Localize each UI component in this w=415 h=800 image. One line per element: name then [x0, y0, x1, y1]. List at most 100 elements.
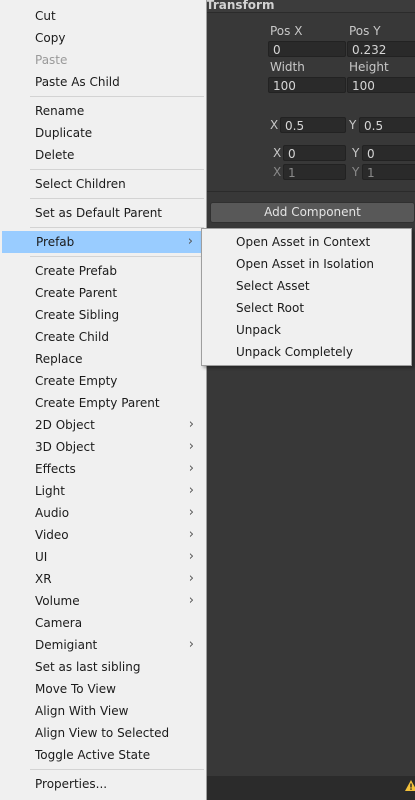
- rot-x-field[interactable]: 0: [283, 145, 346, 161]
- menu-item-set-default-parent[interactable]: Set as Default Parent: [1, 202, 205, 224]
- menu-item-prefab[interactable]: Prefab ›: [2, 231, 204, 253]
- menu-item-label: 3D Object: [35, 440, 95, 454]
- menu-item-label: Delete: [35, 148, 75, 162]
- menu-separator: [30, 198, 204, 199]
- menu-item-demigiant[interactable]: Demigiant ›: [1, 634, 205, 656]
- menu-item-volume[interactable]: Volume ›: [1, 590, 205, 612]
- menu-item-create-empty-parent[interactable]: Create Empty Parent: [1, 392, 205, 414]
- chevron-right-icon: ›: [188, 483, 194, 498]
- chevron-right-icon: ›: [188, 637, 194, 652]
- menu-item-effects[interactable]: Effects ›: [1, 458, 205, 480]
- submenu-item-open-asset-in-isolation[interactable]: Open Asset in Isolation: [202, 253, 411, 275]
- menu-item-create-prefab[interactable]: Create Prefab: [1, 260, 205, 282]
- menu-separator: [30, 256, 204, 257]
- menu-item-audio[interactable]: Audio ›: [1, 502, 205, 524]
- status-bar: [206, 776, 415, 800]
- menu-item-label: Set as last sibling: [35, 660, 141, 674]
- menu-item-paste-as-child[interactable]: Paste As Child: [1, 71, 205, 93]
- menu-item-label: UI: [35, 550, 48, 564]
- menu-item-move-to-view[interactable]: Move To View: [1, 678, 205, 700]
- submenu-item-open-asset-in-context[interactable]: Open Asset in Context: [202, 231, 411, 253]
- prefab-submenu: Open Asset in Context Open Asset in Isol…: [201, 228, 412, 366]
- menu-item-label: Toggle Active State: [35, 748, 151, 762]
- menu-item-xr[interactable]: XR ›: [1, 568, 205, 590]
- height-field[interactable]: 100: [347, 77, 415, 93]
- menu-item-label: 2D Object: [35, 418, 95, 432]
- menu-item-create-sibling[interactable]: Create Sibling: [1, 304, 205, 326]
- menu-item-label: Align With View: [35, 704, 129, 718]
- menu-item-create-child[interactable]: Create Child: [1, 326, 205, 348]
- menu-item-set-last-sibling[interactable]: Set as last sibling: [1, 656, 205, 678]
- menu-item-camera[interactable]: Camera: [1, 612, 205, 634]
- menu-item-label: Move To View: [35, 682, 116, 696]
- pivot-y-label: Y: [349, 118, 357, 132]
- menu-item-label: Open Asset in Isolation: [236, 257, 375, 271]
- menu-item-label: Light: [35, 484, 65, 498]
- menu-item-align-view-to-selected[interactable]: Align View to Selected: [1, 722, 205, 744]
- menu-item-label: Paste: [35, 53, 68, 67]
- menu-item-create-parent[interactable]: Create Parent: [1, 282, 205, 304]
- menu-item-label: Select Asset: [236, 279, 310, 293]
- chevron-right-icon: ›: [188, 571, 194, 586]
- menu-separator: [30, 227, 204, 228]
- menu-item-create-empty[interactable]: Create Empty: [1, 370, 205, 392]
- pos-y-field[interactable]: 0.232: [347, 41, 415, 57]
- pivot-x-field[interactable]: 0.5: [280, 117, 346, 133]
- menu-item-label: Rename: [35, 104, 85, 118]
- menu-item-paste[interactable]: Paste: [1, 49, 205, 71]
- menu-item-label: Create Child: [35, 330, 109, 344]
- menu-separator: [30, 769, 204, 770]
- menu-item-label: Audio: [35, 506, 70, 520]
- submenu-item-select-asset[interactable]: Select Asset: [202, 275, 411, 297]
- menu-item-duplicate[interactable]: Duplicate: [1, 122, 205, 144]
- submenu-item-unpack[interactable]: Unpack: [202, 319, 411, 341]
- menu-item-label: Create Empty Parent: [35, 396, 160, 410]
- pivot-y-field[interactable]: 0.5: [359, 117, 415, 133]
- menu-item-label: Select Children: [35, 177, 126, 191]
- menu-item-label: Properties...: [35, 777, 108, 791]
- chevron-right-icon: ›: [188, 527, 194, 542]
- menu-separator: [30, 96, 204, 97]
- menu-item-2d-object[interactable]: 2D Object ›: [1, 414, 205, 436]
- chevron-right-icon: ›: [187, 234, 193, 249]
- menu-item-label: Set as Default Parent: [35, 206, 163, 220]
- menu-item-label: Paste As Child: [35, 75, 120, 89]
- scale-y-field[interactable]: 1: [362, 164, 415, 180]
- menu-item-select-children[interactable]: Select Children: [1, 173, 205, 195]
- scale-x-field[interactable]: 1: [283, 164, 346, 180]
- pos-x-field[interactable]: 0: [268, 41, 346, 57]
- menu-item-align-with-view[interactable]: Align With View: [1, 700, 205, 722]
- chevron-right-icon: ›: [188, 461, 194, 476]
- pos-y-label: Pos Y: [349, 24, 381, 38]
- menu-item-toggle-active-state[interactable]: Toggle Active State: [1, 744, 205, 766]
- pos-x-label: Pos X: [270, 24, 303, 38]
- menu-item-label: XR: [35, 572, 52, 586]
- warning-icon[interactable]: [405, 780, 415, 792]
- menu-item-label: Duplicate: [35, 126, 93, 140]
- menu-item-delete[interactable]: Delete: [1, 144, 205, 166]
- menu-item-replace[interactable]: Replace: [1, 348, 205, 370]
- menu-item-rename[interactable]: Rename: [1, 100, 205, 122]
- add-component-button[interactable]: Add Component: [210, 202, 415, 223]
- menu-item-video[interactable]: Video ›: [1, 524, 205, 546]
- menu-item-label: Unpack: [236, 323, 281, 337]
- menu-item-label: Create Sibling: [35, 308, 120, 322]
- menu-item-label: Copy: [35, 31, 66, 45]
- menu-item-label: Select Root: [236, 301, 305, 315]
- menu-item-label: Video: [35, 528, 69, 542]
- menu-item-label: Create Parent: [35, 286, 118, 300]
- menu-item-cut[interactable]: Cut: [1, 5, 205, 27]
- inspector-divider: [206, 191, 415, 192]
- menu-item-properties[interactable]: Properties...: [1, 773, 205, 795]
- rot-y-field[interactable]: 0: [362, 145, 415, 161]
- submenu-item-unpack-completely[interactable]: Unpack Completely: [202, 341, 411, 363]
- menu-item-copy[interactable]: Copy: [1, 27, 205, 49]
- menu-item-3d-object[interactable]: 3D Object ›: [1, 436, 205, 458]
- height-label: Height: [349, 60, 389, 74]
- menu-item-light[interactable]: Light ›: [1, 480, 205, 502]
- submenu-item-select-root[interactable]: Select Root: [202, 297, 411, 319]
- menu-item-ui[interactable]: UI ›: [1, 546, 205, 568]
- menu-item-label: Open Asset in Context: [236, 235, 371, 249]
- width-label: Width: [270, 60, 305, 74]
- width-field[interactable]: 100: [268, 77, 346, 93]
